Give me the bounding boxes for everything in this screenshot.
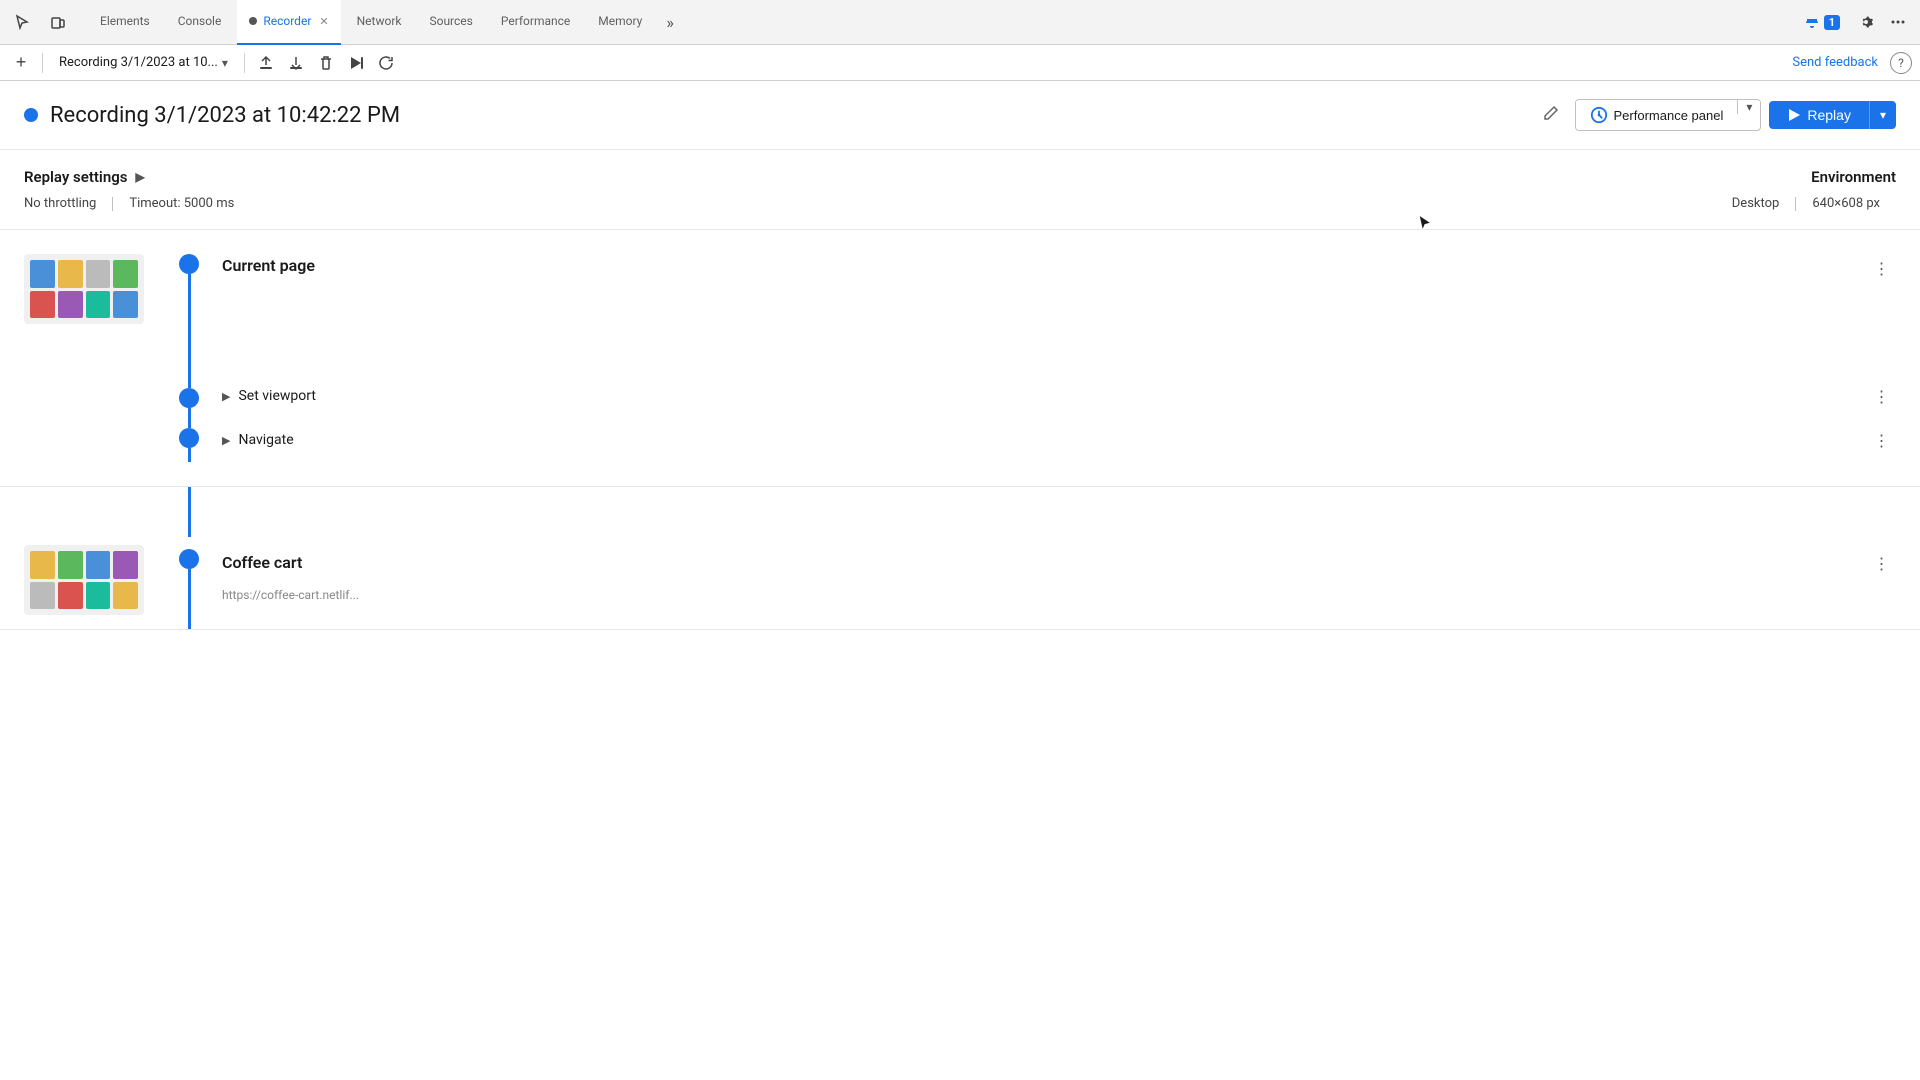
replay-label: Replay — [1807, 107, 1851, 123]
send-feedback-link[interactable]: Send feedback — [1792, 55, 1878, 70]
env-separator — [1795, 197, 1796, 211]
help-icon: ? — [1898, 56, 1904, 70]
step-timeline-1 — [164, 254, 214, 374]
tab-elements[interactable]: Elements — [88, 0, 162, 45]
environment-values: Desktop 640×608 px — [1732, 196, 1896, 211]
group-connector — [0, 487, 1920, 537]
viewport-expand-icon: ▶ — [222, 390, 230, 403]
tab-bar: Elements Console Recorder ✕ Network Sour… — [0, 0, 1920, 45]
help-button[interactable]: ? — [1890, 52, 1912, 74]
recording-header: Recording 3/1/2023 at 10:42:22 PM Perfor… — [0, 81, 1920, 150]
tab-memory[interactable]: Memory — [586, 0, 654, 45]
sub-line-after-navigate — [188, 448, 191, 462]
recording-status-dot — [24, 108, 38, 122]
performance-panel-wrapper: Performance panel ▾ — [1575, 99, 1762, 131]
upload-recording-button[interactable] — [253, 50, 279, 76]
env-desktop: Desktop — [1732, 196, 1796, 211]
step-group-title-1: Current page — [222, 254, 1868, 275]
step-group-title-2: Coffee cart — [222, 551, 1868, 572]
settings-section: Replay settings ▶ No throttling Timeout:… — [0, 150, 1920, 230]
replay-button-wrapper: Replay ▾ — [1769, 101, 1896, 129]
toolbar-divider-2 — [244, 53, 245, 73]
step-group-coffee-cart: Coffee cart https://coffee-cart.netlif..… — [0, 537, 1920, 630]
sub-line-before-viewport — [188, 374, 191, 388]
step-group-current-page: Current page ⋮ ▶ — [0, 230, 1920, 487]
timeout-value: Timeout: 5000 ms — [129, 196, 250, 211]
pointer-icon[interactable] — [8, 8, 36, 36]
tab-sources[interactable]: Sources — [417, 0, 484, 45]
tab-icon-group — [8, 8, 72, 36]
replay-caret-icon: ▾ — [1880, 108, 1886, 122]
connector-line — [188, 487, 191, 537]
more-options-icon[interactable] — [1884, 8, 1912, 36]
recorder-toolbar: + Recording 3/1/2023 at 10... ▾ — [0, 45, 1920, 81]
tab-performance[interactable]: Performance — [489, 0, 582, 45]
viewport-more-button[interactable]: ⋮ — [1868, 382, 1896, 410]
steps-list: Current page ⋮ ▶ — [0, 230, 1920, 630]
tab-right-icons: 1 — [1796, 8, 1912, 36]
set-viewport-step[interactable]: ▶ Set viewport — [222, 388, 316, 404]
delete-recording-button[interactable] — [313, 50, 339, 76]
step-line-1 — [188, 274, 191, 374]
current-page-more-button[interactable]: ⋮ — [1868, 254, 1896, 282]
recording-selector-name: Recording 3/1/2023 at 10... — [59, 55, 218, 70]
settings-left: Replay settings ▶ No throttling Timeout:… — [24, 168, 1732, 211]
tab-recorder[interactable]: Recorder ✕ — [237, 0, 340, 45]
more-tabs-icon[interactable]: » — [658, 0, 682, 45]
navigate-step[interactable]: ▶ Navigate — [222, 432, 294, 448]
sub-dot-viewport — [179, 388, 199, 408]
tab-console[interactable]: Console — [166, 0, 234, 45]
sub-line-before-navigate — [188, 418, 191, 428]
device-toggle-icon[interactable] — [44, 8, 72, 36]
navigate-more-button[interactable]: ⋮ — [1868, 426, 1896, 454]
tab-network[interactable]: Network — [345, 0, 414, 45]
recording-title: Recording 3/1/2023 at 10:42:22 PM — [50, 103, 1527, 128]
replay-settings-toggle[interactable]: Replay settings ▶ — [24, 168, 1732, 186]
step-content-2: Coffee cart https://coffee-cart.netlif..… — [214, 549, 1868, 629]
performance-panel-dropdown[interactable]: ▾ — [1737, 100, 1760, 114]
settings-title-text: Replay settings — [24, 168, 127, 186]
settings-separator — [112, 197, 113, 211]
coffee-cart-thumbnail — [24, 545, 144, 615]
settings-arrow-icon: ▶ — [135, 170, 144, 184]
settings-values: No throttling Timeout: 5000 ms — [24, 196, 1732, 211]
main-content: Recording 3/1/2023 at 10:42:22 PM Perfor… — [0, 81, 1920, 630]
recording-selector-caret: ▾ — [222, 56, 228, 70]
coffee-cart-url: https://coffee-cart.netlif... — [222, 588, 1868, 602]
sub-line-after-viewport — [188, 408, 191, 418]
header-actions: Performance panel ▾ Replay ▾ — [1575, 99, 1897, 131]
step-line-2 — [188, 569, 191, 629]
recorder-close-icon[interactable]: ✕ — [319, 15, 328, 28]
step-dot-1 — [179, 254, 199, 274]
download-recording-button[interactable] — [283, 50, 309, 76]
viewport-step-label: Set viewport — [238, 388, 315, 404]
settings-right: Environment Desktop 640×608 px — [1732, 168, 1896, 211]
record-dot — [249, 17, 257, 25]
play-once-button[interactable] — [343, 50, 369, 76]
environment-title: Environment — [1732, 168, 1896, 186]
coffee-cart-more-button[interactable]: ⋮ — [1868, 549, 1896, 577]
recording-selector[interactable]: Recording 3/1/2023 at 10... ▾ — [51, 52, 236, 73]
perf-caret-icon: ▾ — [1746, 100, 1752, 114]
toolbar-divider-1 — [42, 53, 43, 73]
edit-recording-icon[interactable] — [1539, 101, 1563, 129]
step-dot-2 — [179, 549, 199, 569]
notification-button[interactable]: 1 — [1796, 10, 1848, 34]
step-content-1: Current page — [214, 254, 1868, 291]
notification-badge: 1 — [1824, 15, 1840, 30]
replay-button[interactable]: Replay — [1769, 101, 1869, 129]
settings-icon[interactable] — [1852, 8, 1880, 36]
sub-dot-navigate — [179, 428, 199, 448]
step-timeline-2 — [164, 549, 214, 629]
performance-panel-button[interactable]: Performance panel — [1576, 100, 1738, 130]
throttling-value: No throttling — [24, 196, 112, 211]
env-resolution: 640×608 px — [1812, 196, 1896, 211]
performance-panel-label: Performance panel — [1614, 108, 1724, 123]
navigate-step-label: Navigate — [238, 432, 293, 448]
replay-dropdown-button[interactable]: ▾ — [1869, 101, 1896, 129]
current-page-thumbnail — [24, 254, 144, 324]
add-recording-button[interactable]: + — [8, 50, 34, 76]
navigate-expand-icon: ▶ — [222, 434, 230, 447]
loop-replay-button[interactable] — [373, 50, 399, 76]
